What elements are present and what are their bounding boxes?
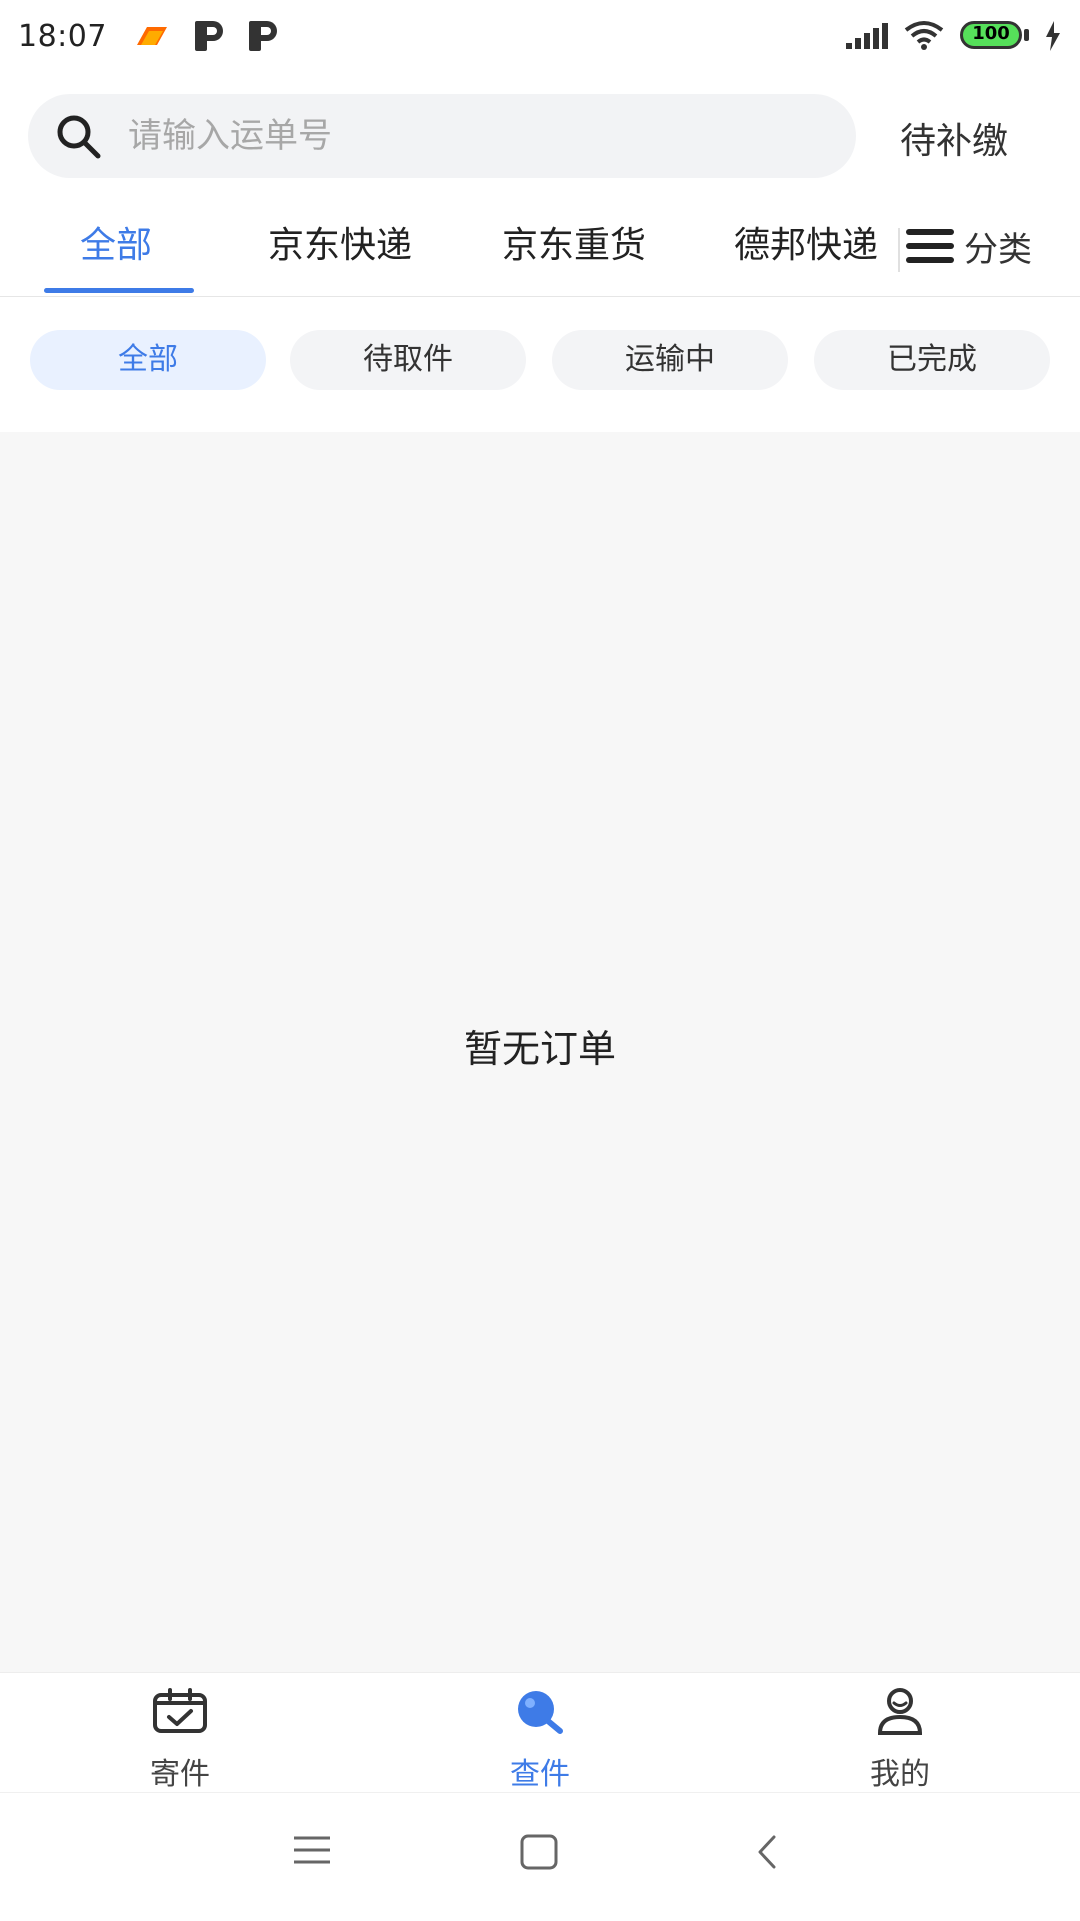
pending-pay-button[interactable]: 待补缴	[900, 112, 1008, 164]
nav-profile[interactable]: 我的	[800, 1687, 1000, 1793]
nav-track[interactable]: 查件	[440, 1687, 640, 1793]
track-search-icon	[518, 1691, 563, 1734]
nav-send-label: 寄件	[150, 1757, 210, 1792]
wifi-icon	[904, 21, 944, 50]
battery-level: 100	[972, 23, 1010, 44]
nav-track-label: 查件	[510, 1757, 570, 1792]
order-list-area: 暂无订单	[0, 432, 1080, 1672]
parking-app-icon	[194, 21, 223, 51]
back-chevron-icon	[758, 1835, 776, 1869]
nav-profile-label: 我的	[870, 1757, 930, 1792]
tab-jd-heavy[interactable]: 京东重货	[502, 216, 646, 276]
system-home-button[interactable]	[518, 1833, 578, 1877]
package-check-icon	[153, 1688, 207, 1733]
empty-state-text: 暂无订单	[463, 1027, 616, 1071]
app-notification-icon	[136, 27, 167, 45]
menu-icon	[294, 1836, 330, 1864]
category-button[interactable]: 分类	[904, 216, 1032, 276]
menu-lines-icon	[906, 227, 954, 265]
system-menu-button[interactable]	[290, 1833, 350, 1877]
status-bar: 18:07 100	[0, 0, 1080, 72]
filter-pending-pickup[interactable]: 待取件	[290, 330, 526, 390]
status-filters: 全部 待取件 运输中 已完成	[0, 330, 1080, 390]
search-input[interactable]	[126, 115, 770, 157]
tab-jd-express[interactable]: 京东快递	[268, 216, 412, 276]
nav-send[interactable]: 寄件	[80, 1687, 280, 1793]
signal-icon	[846, 23, 888, 49]
square-icon	[520, 1834, 558, 1870]
user-icon	[877, 1688, 923, 1735]
filter-completed[interactable]: 已完成	[814, 330, 1050, 390]
battery: 100	[960, 21, 1030, 51]
tab-divider	[898, 228, 900, 272]
search-row: 待补缴	[0, 92, 1080, 182]
parking-app-icon-2	[248, 21, 277, 51]
tab-all[interactable]: 全部	[80, 216, 152, 276]
filter-all[interactable]: 全部	[30, 330, 266, 390]
filter-in-transit[interactable]: 运输中	[552, 330, 788, 390]
carrier-tabs: 全部 京东快递 京东重货 德邦快递 分类	[0, 200, 1080, 297]
status-time: 18:07	[18, 18, 107, 54]
tab-indicator	[44, 288, 194, 293]
search-icon	[57, 115, 101, 159]
bottom-nav: 寄件 查件 我的	[0, 1672, 1080, 1793]
status-right: 100	[844, 20, 1062, 52]
search-box[interactable]	[28, 94, 856, 178]
tab-deppon[interactable]: 德邦快递	[734, 216, 878, 276]
status-left: 18:07	[18, 19, 277, 54]
charging-icon	[1046, 21, 1060, 51]
system-back-button[interactable]	[752, 1833, 812, 1877]
category-label: 分类	[964, 229, 1032, 270]
system-nav-bar	[0, 1792, 1080, 1921]
